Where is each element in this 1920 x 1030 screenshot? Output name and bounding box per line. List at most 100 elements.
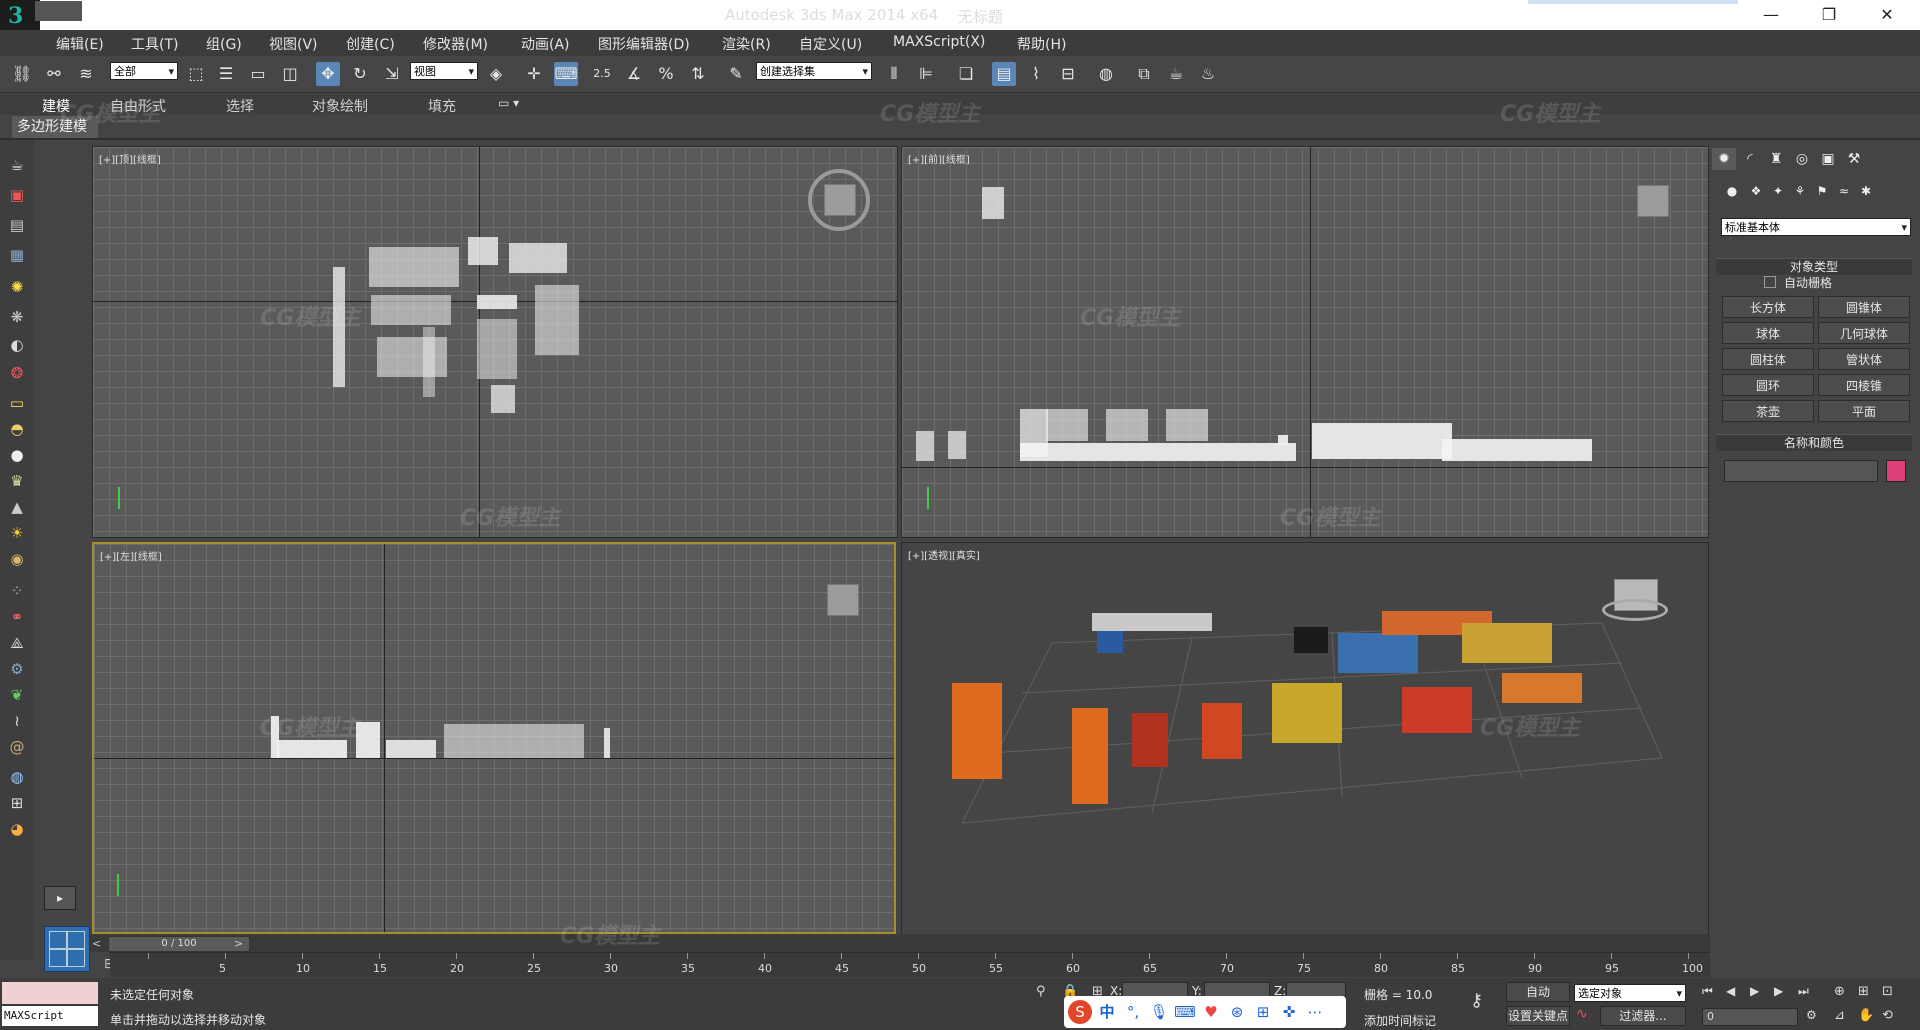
- info-center-search[interactable]: [1528, 0, 1738, 4]
- hair-icon[interactable]: ≀: [6, 710, 28, 732]
- table-icon[interactable]: ▦: [6, 244, 28, 266]
- create-pyramid-button[interactable]: 四棱锥: [1818, 374, 1910, 396]
- display-tab-icon[interactable]: ▣: [1816, 148, 1840, 170]
- sogou-logo-icon[interactable]: S: [1068, 1000, 1092, 1024]
- menu-rendering[interactable]: 渲染(R): [722, 34, 771, 54]
- set-key-icon[interactable]: ⚷: [1470, 990, 1483, 1011]
- menu-tools[interactable]: 工具(T): [131, 34, 178, 54]
- auto-key-button[interactable]: 自动: [1506, 982, 1570, 1002]
- zoom-all-icon[interactable]: ⊞: [1858, 984, 1869, 999]
- curve-editor-icon[interactable]: ⌇: [1024, 62, 1048, 86]
- layer-manager-icon[interactable]: ❏: [954, 62, 978, 86]
- create-plane-button[interactable]: 平面: [1818, 400, 1910, 422]
- viewport-label[interactable]: [+][前][线框]: [908, 151, 970, 166]
- rectangular-selection-icon[interactable]: ▭: [246, 62, 270, 86]
- maxscript-output[interactable]: [2, 982, 98, 1004]
- particles-icon[interactable]: ⁘: [6, 580, 28, 602]
- unlink-icon[interactable]: ⚯: [42, 62, 66, 86]
- minimize-button[interactable]: —: [1748, 0, 1794, 30]
- app-logo[interactable]: 3: [0, 0, 40, 30]
- menu-maxscript[interactable]: MAXScript(X): [893, 34, 985, 50]
- selection-filter-dropdown[interactable]: 全部: [110, 62, 178, 81]
- select-object-icon[interactable]: ⬚: [184, 62, 208, 86]
- maxscript-input[interactable]: MAXScript: [2, 1006, 98, 1026]
- reference-coordinate-dropdown[interactable]: 视图: [410, 62, 478, 81]
- hierarchy-tab-icon[interactable]: ♜: [1764, 148, 1788, 170]
- modify-tab-icon[interactable]: ◜: [1738, 148, 1762, 170]
- edit-named-selection-icon[interactable]: ✎: [724, 62, 748, 86]
- toolbox-icon[interactable]: ⊞: [1252, 1000, 1274, 1024]
- time-slider-thumb[interactable]: 0 / 100: [108, 936, 250, 952]
- maximize-button[interactable]: ❐: [1806, 0, 1852, 30]
- menu-create[interactable]: 创建(C): [346, 34, 395, 54]
- menu-help[interactable]: 帮助(H): [1017, 34, 1066, 54]
- angle-snap-icon[interactable]: ∡: [622, 62, 646, 86]
- plant-icon[interactable]: ❦: [6, 684, 28, 706]
- rendered-frame-window-icon[interactable]: ☕: [1164, 62, 1188, 86]
- time-config-icon[interactable]: ⚙: [1806, 1008, 1817, 1022]
- set-key-button[interactable]: 设置关键点: [1506, 1006, 1570, 1026]
- skin-icon[interactable]: ♥: [1200, 1000, 1222, 1024]
- menu-customize[interactable]: 自定义(U): [799, 34, 862, 54]
- motion-tab-icon[interactable]: ◎: [1790, 148, 1814, 170]
- circle-half-icon[interactable]: ◐: [6, 334, 28, 356]
- keyboard-shortcut-override-icon[interactable]: ⌨: [554, 62, 578, 86]
- mirror-icon[interactable]: ⫴: [882, 62, 906, 86]
- cone-icon[interactable]: ▲: [6, 496, 28, 518]
- percent-snap-icon[interactable]: %: [654, 62, 678, 86]
- pivot-center-icon[interactable]: ◈: [484, 62, 508, 86]
- pyramid-icon[interactable]: ⟁: [6, 632, 28, 654]
- tshirt-icon[interactable]: ✜: [1278, 1000, 1300, 1024]
- name-and-color-rollout[interactable]: 名称和颜色: [1716, 434, 1912, 451]
- align-icon[interactable]: ⊫: [914, 62, 938, 86]
- pan-view-icon[interactable]: ✋: [1858, 1008, 1874, 1023]
- ribbon-options-icon[interactable]: ▭ ▾: [498, 96, 519, 110]
- play-icon[interactable]: ▶: [1750, 984, 1759, 998]
- key-filter-selection-dropdown[interactable]: 选定对象: [1574, 984, 1686, 1003]
- link-icon[interactable]: ⛓: [10, 62, 34, 86]
- film-icon[interactable]: ❂: [6, 362, 28, 384]
- spacewarps-icon[interactable]: ≈: [1832, 180, 1856, 202]
- current-frame-input[interactable]: 0: [1702, 1008, 1798, 1026]
- orbit-icon[interactable]: ⟲: [1882, 1008, 1893, 1023]
- select-manipulate-icon[interactable]: ✛: [522, 62, 546, 86]
- viewport-label[interactable]: [+][左][线框]: [100, 548, 162, 563]
- previous-frame-icon[interactable]: ◀: [1726, 984, 1735, 998]
- key-tangent-icon[interactable]: ∿: [1576, 1006, 1588, 1022]
- ribbon-tab-object-paint[interactable]: 对象绘制: [312, 96, 368, 116]
- ime-mode-indicator[interactable]: 中: [1096, 1000, 1118, 1024]
- molecule-icon[interactable]: ⚭: [6, 606, 28, 628]
- gamepad-icon[interactable]: ⊛: [1226, 1000, 1248, 1024]
- image-icon[interactable]: ▣: [6, 184, 28, 206]
- create-geosphere-button[interactable]: 几何球体: [1818, 322, 1910, 344]
- menu-animation[interactable]: 动画(A): [521, 34, 570, 54]
- select-rotate-icon[interactable]: ↻: [348, 62, 372, 86]
- spinner-snap-icon[interactable]: ⇅: [686, 62, 710, 86]
- shapes-icon[interactable]: ❖: [1744, 180, 1768, 202]
- systems-icon[interactable]: ✱: [1854, 180, 1878, 202]
- ribbon-tab-selection[interactable]: 选择: [226, 96, 254, 116]
- time-slider-track[interactable]: [90, 934, 1710, 952]
- create-tube-button[interactable]: 管状体: [1818, 348, 1910, 370]
- menu-graph-editors[interactable]: 图形编辑器(D): [598, 34, 690, 54]
- expand-toolbar-button[interactable]: ▸: [44, 886, 76, 910]
- select-move-icon[interactable]: ✥: [316, 62, 340, 86]
- paw-icon[interactable]: ❋: [6, 306, 28, 328]
- viewport-front[interactable]: [+][前][线框]: [901, 146, 1709, 538]
- light-bulb-icon[interactable]: ✺: [6, 276, 28, 298]
- select-scale-icon[interactable]: ⇲: [380, 62, 404, 86]
- create-cylinder-button[interactable]: 圆柱体: [1722, 348, 1814, 370]
- dome-icon[interactable]: ◓: [6, 418, 28, 440]
- menu-group[interactable]: 组(G): [206, 34, 242, 54]
- menu-edit[interactable]: 编辑(E): [56, 34, 104, 54]
- disc-icon[interactable]: ◉: [6, 548, 28, 570]
- menu-view[interactable]: 视图(V): [269, 34, 318, 54]
- menu-modifiers[interactable]: 修改器(M): [423, 34, 488, 54]
- select-by-name-icon[interactable]: ☰: [214, 62, 238, 86]
- lights-icon[interactable]: ✦: [1766, 180, 1790, 202]
- zoom-extents-icon[interactable]: ⊡: [1882, 984, 1893, 999]
- render-production-icon[interactable]: ♨: [1196, 62, 1220, 86]
- globe-icon[interactable]: ◍: [6, 766, 28, 788]
- viewcube[interactable]: [824, 184, 856, 216]
- isolate-selection-icon[interactable]: ⚲: [1036, 984, 1046, 999]
